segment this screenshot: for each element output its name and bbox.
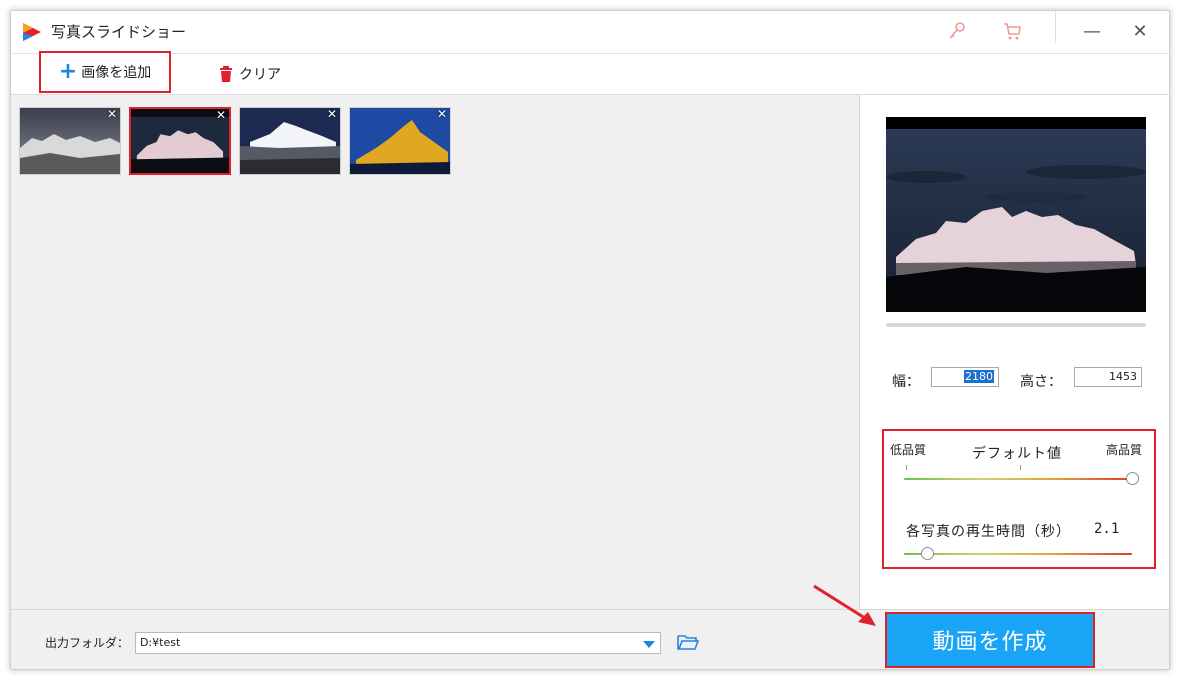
quality-low-label: 低品質 xyxy=(890,443,927,457)
create-video-button[interactable]: 動画を作成 xyxy=(885,612,1095,668)
titlebar-separator xyxy=(1055,11,1056,43)
photo-4-image xyxy=(350,108,450,174)
remove-photo-1-icon[interactable]: ✕ xyxy=(106,108,118,120)
duration-label: 各写真の再生時間（秒） xyxy=(906,524,1071,540)
photo-thumbnail-3[interactable]: ✕ xyxy=(239,107,341,175)
annotation-arrow-icon xyxy=(813,584,876,626)
add-image-label: 画像を追加 xyxy=(81,65,152,81)
folder-open-icon[interactable] xyxy=(677,633,699,651)
duration-value: 2.1 xyxy=(1094,521,1120,537)
output-folder-input[interactable]: D:¥test xyxy=(135,632,661,654)
key-icon[interactable] xyxy=(946,20,968,42)
photo-thumbnail-1[interactable]: ✕ xyxy=(19,107,121,175)
remove-photo-2-icon[interactable]: ✕ xyxy=(215,109,227,121)
close-button[interactable]: ✕ xyxy=(1127,19,1153,45)
toolbar: + 画像を追加 クリア xyxy=(11,51,1169,95)
duration-slider-knob[interactable] xyxy=(920,547,934,560)
app-title: 写真スライドショー xyxy=(51,23,187,41)
minimize-button[interactable]: — xyxy=(1079,19,1105,45)
quality-slider-track[interactable] xyxy=(904,478,1132,480)
bottom-bar: 出力フォルダ： D:¥test 動画を作成 xyxy=(11,609,1169,669)
width-label: 幅： xyxy=(892,374,920,390)
quality-default-label: デフォルト値 xyxy=(972,446,1062,462)
clear-label: クリア xyxy=(239,67,281,83)
quality-duration-box: 低品質 デフォルト値 高品質 各写真の再生時間（秒） 2.1 xyxy=(882,429,1156,569)
photo-thumbnail-2[interactable]: ✕ xyxy=(129,107,231,175)
app-window: 写真スライドショー — ✕ + 画像を追加 クリア ✕ ✕ ✕ ✕ 幅： 218… xyxy=(10,10,1170,670)
output-folder-label: 出力フォルダ： xyxy=(45,636,130,650)
remove-photo-3-icon[interactable]: ✕ xyxy=(326,108,338,120)
width-input[interactable]: 2180 xyxy=(931,367,999,387)
height-label: 高さ： xyxy=(1020,374,1062,390)
photo-list: ✕ ✕ ✕ ✕ xyxy=(11,95,859,609)
quality-slider-knob[interactable] xyxy=(1126,472,1139,485)
quality-tick-mid xyxy=(1020,465,1021,470)
preview-progress-track[interactable] xyxy=(886,323,1146,327)
preview-photo xyxy=(886,117,1146,312)
add-image-button[interactable]: + 画像を追加 xyxy=(39,51,171,93)
settings-panel: 幅： 2180 高さ： 1453 低品質 デフォルト値 高品質 各写真の再生時間… xyxy=(859,95,1169,609)
photo-thumbnail-4[interactable]: ✕ xyxy=(349,107,451,175)
height-value: 1453 xyxy=(1109,370,1137,383)
preview-image xyxy=(886,117,1146,312)
photo-1-image xyxy=(20,108,120,174)
output-folder-path: D:¥test xyxy=(140,636,181,649)
quality-high-label: 高品質 xyxy=(1105,443,1142,457)
photo-3-image xyxy=(240,108,340,174)
title-bar: 写真スライドショー — ✕ xyxy=(11,11,1169,54)
app-logo-icon xyxy=(23,23,41,41)
plus-icon: + xyxy=(58,59,78,84)
trash-icon xyxy=(220,66,232,82)
quality-tick-low xyxy=(906,465,907,470)
chevron-down-icon[interactable] xyxy=(642,639,656,649)
width-value: 2180 xyxy=(964,370,994,383)
cart-icon[interactable] xyxy=(1001,20,1023,42)
remove-photo-4-icon[interactable]: ✕ xyxy=(436,108,448,120)
height-input[interactable]: 1453 xyxy=(1074,367,1142,387)
duration-slider-track[interactable] xyxy=(904,553,1132,555)
clear-button[interactable]: クリア xyxy=(219,54,281,94)
